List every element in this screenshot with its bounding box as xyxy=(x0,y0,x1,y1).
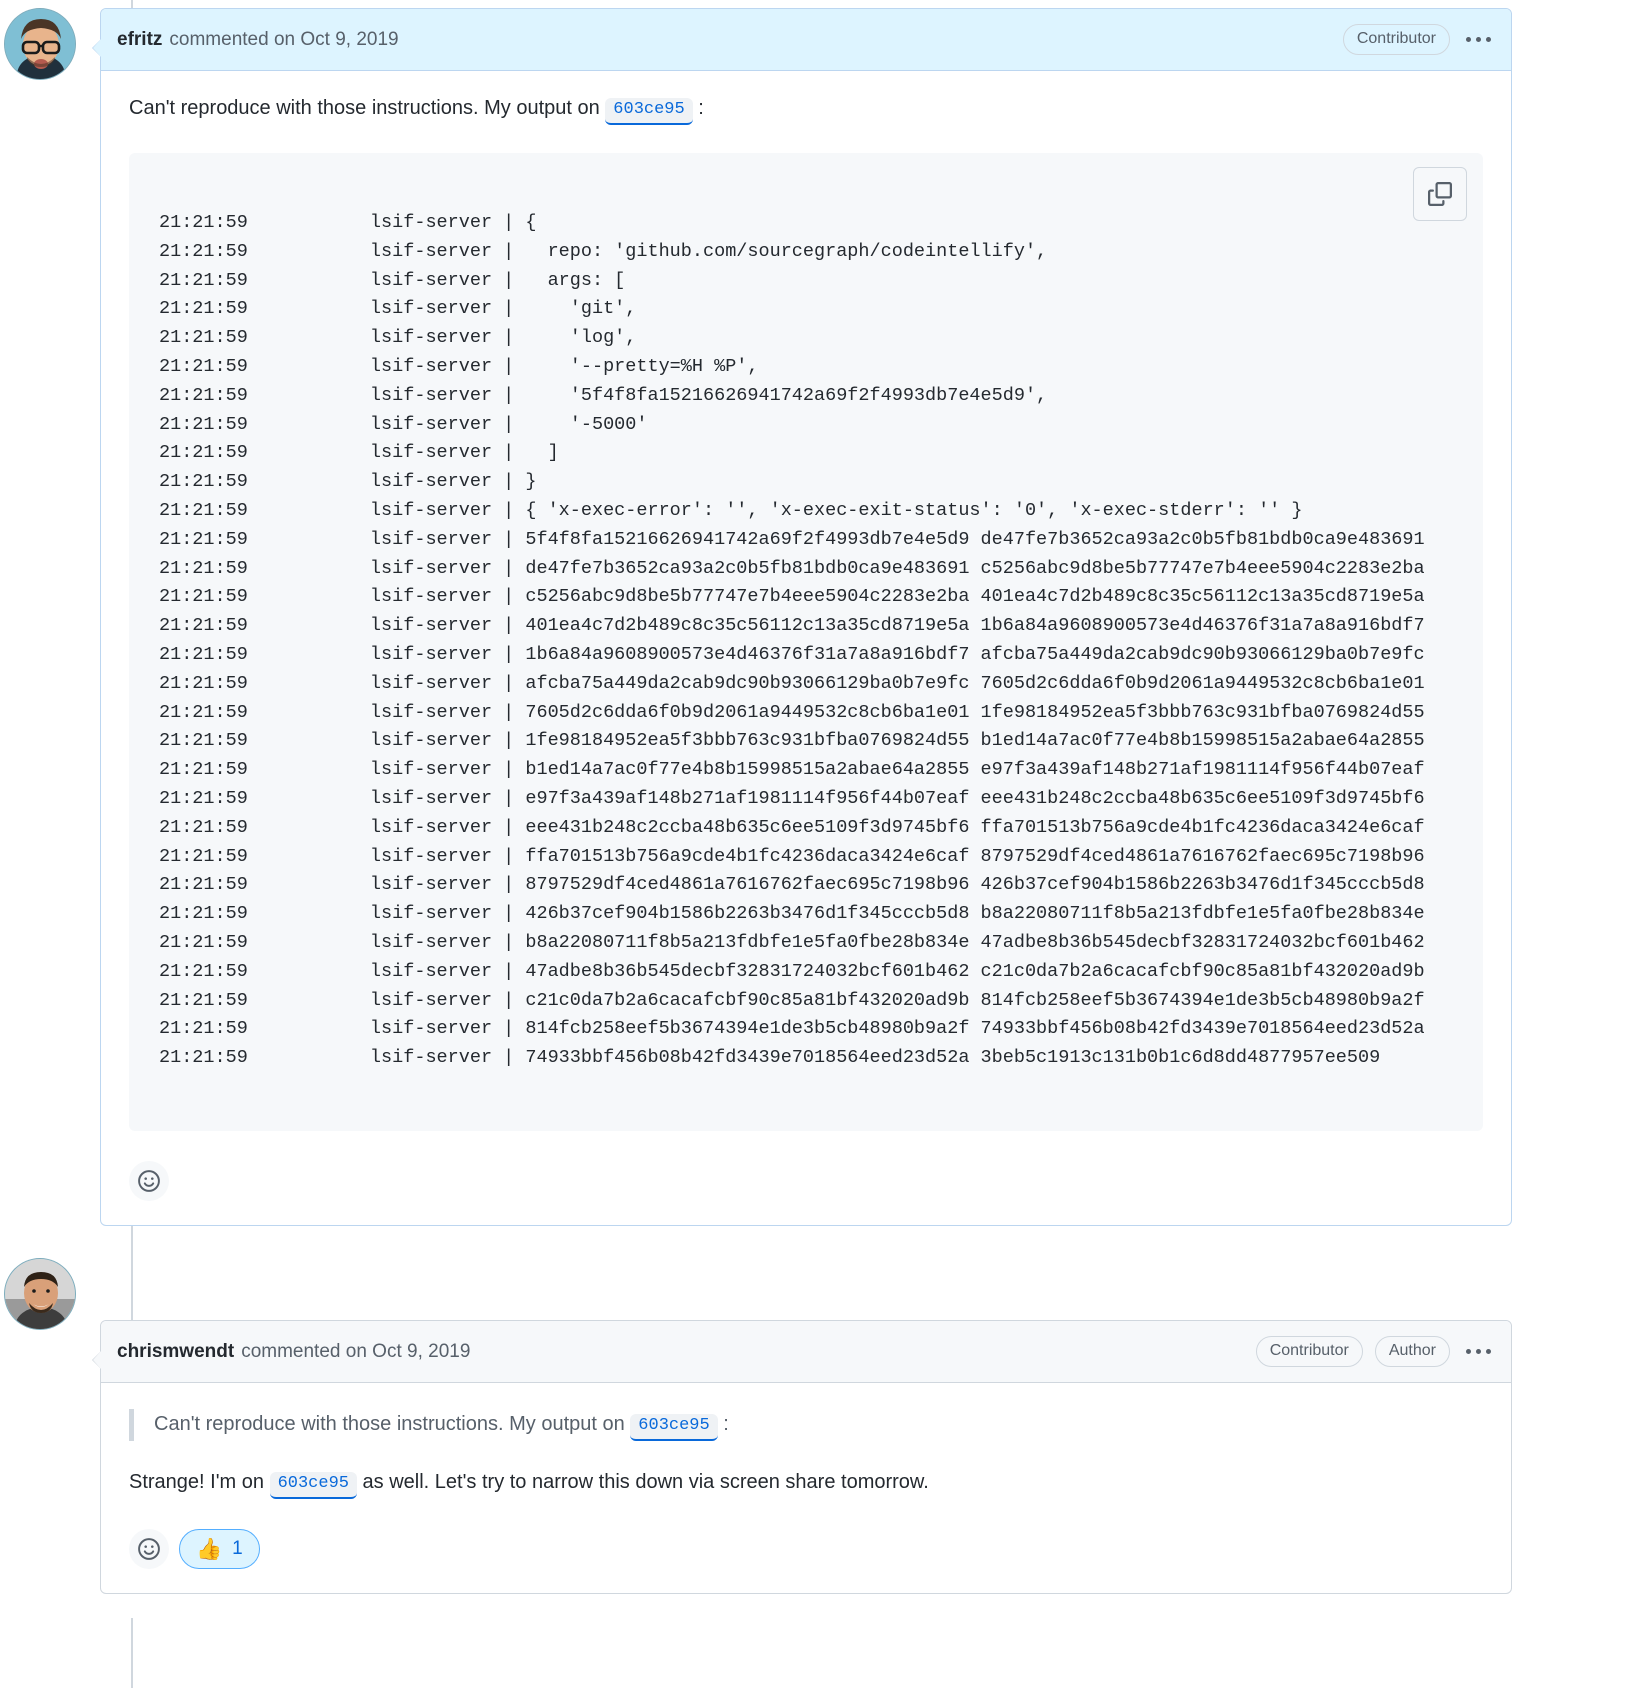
copy-code-button[interactable] xyxy=(1413,167,1467,222)
reply-prefix: Strange! I'm on xyxy=(129,1471,264,1494)
avatar-image-chrismwendt xyxy=(5,1259,75,1329)
quoted-paragraph: Can't reproduce with those instructions.… xyxy=(154,1409,1483,1442)
code-line: 21:21:59 lsif-server | '--pretty=%H %P', xyxy=(159,356,759,378)
code-line: 21:21:59 lsif-server | 814fcb258eef5b367… xyxy=(159,1018,1425,1040)
code-line: 21:21:59 lsif-server | e97f3a439af148b27… xyxy=(159,788,1425,810)
code-line: 21:21:59 lsif-server | { xyxy=(159,212,537,234)
comment-efritz: efritz commented on Oct 9, 2019 Contribu… xyxy=(92,8,1512,1226)
comment-author-2[interactable]: chrismwendt xyxy=(117,1341,234,1363)
code-line: 21:21:59 lsif-server | args: [ xyxy=(159,269,626,291)
comment-chrismwendt: chrismwendt commented on Oct 9, 2019 Con… xyxy=(92,1320,1512,1595)
code-line: 21:21:59 lsif-server | 1fe98184952ea5f3b… xyxy=(159,730,1425,752)
comment-arrow-inner-2 xyxy=(93,1351,101,1369)
reactions-efritz xyxy=(101,1141,1511,1225)
comment-timestamp-2: commented on Oct 9, 2019 xyxy=(241,1340,471,1362)
add-reaction-button-2[interactable] xyxy=(129,1529,169,1570)
code-lines: 21:21:59 lsif-server | { 21:21:59 lsif-se… xyxy=(159,209,1453,1073)
code-line: 21:21:59 lsif-server | ] xyxy=(159,442,559,464)
quote-suffix: : xyxy=(723,1413,729,1435)
avatar-image-efritz xyxy=(5,9,75,79)
code-line: 21:21:59 lsif-server | c5256abc9d8be5b77… xyxy=(159,586,1425,608)
code-line: 21:21:59 lsif-server | 'log', xyxy=(159,327,637,349)
code-line: 21:21:59 lsif-server | '-5000' xyxy=(159,413,648,435)
comment-header-actions: Contributor xyxy=(1342,24,1495,55)
comment-body-efritz: Can't reproduce with those instructions.… xyxy=(101,71,1511,1141)
smiley-icon xyxy=(138,1170,160,1192)
code-line: 21:21:59 lsif-server | 74933bbf456b08b42… xyxy=(159,1047,1381,1069)
comment-text-prefix: Can't reproduce with those instructions.… xyxy=(129,97,600,119)
code-line: 21:21:59 lsif-server | b1ed14a7ac0f77e4b… xyxy=(159,759,1425,781)
comment-text-suffix: : xyxy=(698,97,704,119)
code-line: 21:21:59 lsif-server | } xyxy=(159,471,537,493)
code-line: 21:21:59 lsif-server | c21c0da7b2a6cacaf… xyxy=(159,989,1425,1011)
comment-header-actions-2: Contributor Author xyxy=(1255,1336,1495,1367)
smiley-icon xyxy=(138,1538,160,1561)
commit-link[interactable]: 603ce95 xyxy=(605,98,693,126)
badge-contributor: Contributor xyxy=(1342,24,1450,55)
avatar-efritz[interactable] xyxy=(4,8,76,80)
comment-text: Can't reproduce with those instructions.… xyxy=(129,93,1483,126)
code-line: 21:21:59 lsif-server | 8797529df4ced4861… xyxy=(159,874,1425,896)
code-line: 21:21:59 lsif-server | repo: 'github.com… xyxy=(159,240,1048,262)
badge-contributor-2: Contributor xyxy=(1255,1336,1363,1367)
timeline-rail-bottom xyxy=(131,1618,133,1688)
code-line: 21:21:59 lsif-server | 7605d2c6dda6f0b9d… xyxy=(159,701,1425,723)
quoted-text: Can't reproduce with those instructions.… xyxy=(129,1409,1483,1442)
reactions-chrismwendt: 👍 1 xyxy=(101,1509,1511,1593)
code-scroll-region[interactable]: 21:21:59 lsif-server | { 21:21:59 lsif-se… xyxy=(129,173,1483,1109)
code-line: 21:21:59 lsif-server | b8a22080711f8b5a2… xyxy=(159,932,1425,954)
quote-commit-link[interactable]: 603ce95 xyxy=(630,1414,718,1442)
comment-body-chrismwendt: Can't reproduce with those instructions.… xyxy=(101,1383,1511,1509)
code-line: 21:21:59 lsif-server | afcba75a449da2cab… xyxy=(159,672,1425,694)
code-line: 21:21:59 lsif-server | 401ea4c7d2b489c8c… xyxy=(159,615,1425,637)
code-line: 21:21:59 lsif-server | { 'x-exec-error':… xyxy=(159,500,1303,522)
reply-commit-link[interactable]: 603ce95 xyxy=(269,1472,357,1500)
reaction-count: 1 xyxy=(232,1538,243,1560)
copy-icon xyxy=(1428,182,1452,207)
reaction-thumbsup[interactable]: 👍 1 xyxy=(179,1529,260,1570)
code-line: 21:21:59 lsif-server | eee431b248c2ccba4… xyxy=(159,816,1425,838)
code-line: 21:21:59 lsif-server | 'git', xyxy=(159,298,637,320)
comment-menu-button-2[interactable] xyxy=(1462,1343,1495,1360)
code-line: 21:21:59 lsif-server | 5f4f8fa1521662694… xyxy=(159,528,1425,550)
comment-header-chrismwendt: chrismwendt commented on Oct 9, 2019 Con… xyxy=(101,1321,1511,1383)
code-block: 21:21:59 lsif-server | { 21:21:59 lsif-se… xyxy=(129,153,1483,1131)
code-line: 21:21:59 lsif-server | 1b6a84a9608900573… xyxy=(159,644,1425,666)
code-line: 21:21:59 lsif-server | de47fe7b3652ca93a… xyxy=(159,557,1425,579)
comment-header-efritz: efritz commented on Oct 9, 2019 Contribu… xyxy=(101,9,1511,71)
badge-author: Author xyxy=(1374,1336,1450,1367)
comment-timestamp: commented on Oct 9, 2019 xyxy=(169,28,399,50)
comment-arrow-inner xyxy=(93,39,101,57)
code-line: 21:21:59 lsif-server | '5f4f8fa152166269… xyxy=(159,384,1048,406)
add-reaction-button[interactable] xyxy=(129,1161,169,1201)
reply-paragraph: Strange! I'm on 603ce95 as well. Let's t… xyxy=(129,1467,1483,1500)
reply-suffix: as well. Let's try to narrow this down v… xyxy=(362,1471,929,1494)
comment-menu-button[interactable] xyxy=(1462,31,1495,48)
thumbsup-icon: 👍 xyxy=(196,1537,223,1561)
comment-byline: efritz commented on Oct 9, 2019 xyxy=(117,29,399,51)
comment-author[interactable]: efritz xyxy=(117,29,162,51)
quote-prefix: Can't reproduce with those instructions.… xyxy=(154,1413,625,1435)
code-line: 21:21:59 lsif-server | ffa701513b756a9cd… xyxy=(159,845,1425,867)
comment-byline-2: chrismwendt commented on Oct 9, 2019 xyxy=(117,1341,470,1363)
code-line: 21:21:59 lsif-server | 426b37cef904b1586… xyxy=(159,903,1425,925)
avatar-chrismwendt[interactable] xyxy=(4,1258,76,1330)
code-line: 21:21:59 lsif-server | 47adbe8b36b545dec… xyxy=(159,960,1425,982)
